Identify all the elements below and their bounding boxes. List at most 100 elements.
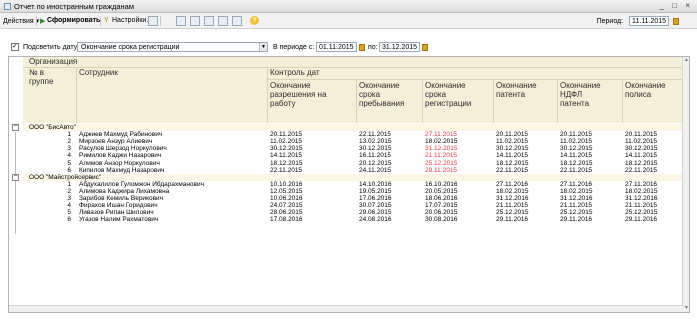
employee-name: Кипилов Махмуд Назарович	[79, 166, 165, 174]
employee-name: Алимова Каджира Лихамовна	[79, 187, 170, 195]
date-cell: 31.12.2016	[496, 195, 529, 202]
row-number: 1	[67, 180, 71, 188]
employee-row[interactable]: 4 Фирахов Ишан Горидович 24.07.2015 30.07.2…	[23, 202, 684, 209]
date-cell: 22.11.2015	[359, 131, 392, 139]
employee-row[interactable]: 6 Угазов Налим Рахматович 17.08.2016 24.08.…	[23, 216, 684, 223]
row-number: 3	[67, 195, 71, 202]
employee-name: Аджиев Махмуд Рабинович	[79, 131, 163, 139]
header-organization: Организация	[29, 57, 78, 66]
table-icon[interactable]	[204, 16, 214, 26]
employee-row[interactable]: 1 Абдухалилов Гуломжон Ибдарахманович 10.1…	[23, 181, 684, 188]
date-cell: 18.12.2015	[270, 159, 303, 167]
employee-row[interactable]: 2 Мирзоев Анзур Алиевич 11.02.2015 13.02.20…	[23, 138, 684, 145]
highlight-date-checkbox[interactable]: ✓	[11, 43, 19, 51]
date-cell: 11.02.2015	[496, 138, 529, 146]
date-cell: 17.07.2015	[425, 202, 458, 210]
calendar-icon[interactable]	[673, 17, 679, 25]
row-number: 5	[67, 159, 71, 167]
date-to-field[interactable]: 31.12.2015	[379, 42, 429, 52]
scroll-up-arrow-icon[interactable]: ▲	[684, 58, 689, 63]
employee-row[interactable]: 5 Алимов Анзор Норкулович 18.12.2015 20.12.…	[23, 160, 684, 167]
actions-menu[interactable]: Действия ▾	[3, 17, 39, 25]
date-from-field[interactable]: 01.11.2015	[316, 42, 365, 52]
group-name: ООО "Майстройсервис"	[29, 173, 102, 181]
date-cell: 30.12.2015	[270, 145, 303, 153]
window-controls[interactable]: _ □ ×	[660, 1, 693, 10]
filter-icon[interactable]	[190, 16, 200, 26]
date-cell: 18.12.2015	[625, 159, 658, 167]
row-number: 4	[67, 202, 71, 210]
employee-row[interactable]: 6 Кипилов Махмуд Назарович 22.11.2015 24.11…	[23, 167, 684, 174]
header-policy-l2: полиса	[625, 90, 652, 99]
dropdown-arrow-icon[interactable]: ▼	[259, 43, 267, 51]
group-row[interactable]: ООО "Майстройсервис"	[23, 173, 684, 181]
print-icon[interactable]	[176, 16, 186, 26]
play-icon: ▶	[40, 18, 46, 25]
date-cell: 30.12.2015	[560, 145, 593, 153]
highlight-date-value: Окончание срока регистрации	[81, 44, 180, 51]
row-number: 2	[67, 187, 71, 195]
expand-rows-icon[interactable]	[218, 16, 228, 26]
save-report-icon[interactable]	[148, 16, 158, 26]
date-cell: 18.06.2016	[425, 195, 458, 202]
scroll-down-arrow-icon[interactable]: ▼	[684, 306, 689, 311]
group-row[interactable]: ООО "БисАвто"	[23, 124, 684, 131]
date-cell: 10.10.2016	[270, 180, 303, 188]
header-registration-l3: регистрации	[425, 99, 472, 108]
header-column-divider	[76, 68, 77, 123]
generate-button[interactable]: Сформировать	[47, 17, 100, 24]
date-cell: 21.11.2015	[625, 202, 658, 210]
date-cell: 30.12.2015	[496, 145, 529, 153]
date-to-value[interactable]: 31.12.2015	[379, 42, 421, 52]
period-date-field[interactable]: 11.11.2015	[629, 16, 670, 26]
collapse-group-icon[interactable]: −	[12, 123, 19, 131]
header-stay-l3: пребывания	[359, 99, 405, 108]
date-cell: 21.11.2015	[496, 202, 529, 210]
date-cell: 29.11.2016	[625, 216, 658, 224]
date-cell: 11.02.2015	[560, 138, 593, 146]
employee-name: Абдухалилов Гуломжон Ибдарахманович	[79, 180, 205, 188]
calendar-icon[interactable]	[358, 43, 365, 51]
date-cell: 28.06.2015	[270, 209, 303, 217]
employee-row[interactable]: 1 Аджиев Махмуд Рабинович 20.11.2015 22.11.…	[23, 131, 684, 138]
row-number: 6	[67, 166, 71, 174]
date-cell: 14.11.2015	[625, 152, 658, 160]
collapse-group-icon[interactable]: −	[12, 173, 19, 181]
calendar-icon[interactable]	[422, 43, 429, 51]
tree-line	[15, 182, 16, 234]
horizontal-scrollbar[interactable]	[9, 305, 684, 312]
report-spreadsheet[interactable]: Организация № в группе Сотрудник Контрол…	[8, 56, 690, 313]
date-cell: 18.02.2015	[425, 138, 458, 146]
employee-row[interactable]: 2 Алимова Каджира Лихамовна 12.05.2015 19.0…	[23, 188, 684, 195]
date-cell: 22.11.2015	[560, 166, 593, 174]
date-cell: 29.11.2015	[425, 166, 458, 174]
vertical-scrollbar[interactable]: ▲ ▼	[682, 57, 689, 312]
date-cell: 18.02.2015	[496, 187, 529, 195]
collapse-rows-icon[interactable]	[232, 16, 242, 26]
date-cell: 11.02.2015	[625, 138, 658, 146]
highlight-date-select[interactable]: Окончание срока регистрации ▼	[77, 42, 268, 52]
date-cell: 20.11.2015	[560, 131, 593, 139]
settings-button[interactable]: Настройки...	[112, 17, 152, 24]
employee-row[interactable]: 3 Зарибов Кемиль Верикович 10.06.2016 17.06…	[23, 195, 684, 202]
date-cell: 12.05.2015	[270, 187, 303, 195]
employee-name: Угазов Налим Рахматович	[79, 216, 159, 224]
date-cell: 21.11.2015	[560, 202, 593, 210]
date-cell: 27.11.2015	[425, 131, 458, 139]
date-cell: 21.11.2015	[425, 152, 458, 160]
employee-row[interactable]: 5 Ливазов Рипан Шилович 28.06.2015 29.06.20…	[23, 209, 684, 216]
date-cell: 16.10.2016	[425, 180, 458, 188]
employee-row[interactable]: 3 Расулов Шерзод Норкулович 30.12.2015 30.1…	[23, 145, 684, 152]
date-cell: 13.02.2015	[359, 138, 392, 146]
period-label: Период:	[596, 17, 624, 25]
date-cell: 20.05.2015	[425, 187, 458, 195]
help-icon[interactable]: ?	[250, 16, 259, 25]
date-cell: 25.12.2015	[425, 159, 458, 167]
date-from-value[interactable]: 01.11.2015	[316, 42, 357, 52]
report-window-icon	[4, 3, 11, 10]
date-cell: 17.06.2016	[359, 195, 392, 202]
date-cell: 24.08.2016	[359, 216, 392, 224]
date-cell: 14.10.2016	[359, 180, 392, 188]
employee-row[interactable]: 4 Римилов Каджи Назарович 14.11.2015 16.11.…	[23, 152, 684, 159]
date-cell: 19.05.2015	[359, 187, 392, 195]
